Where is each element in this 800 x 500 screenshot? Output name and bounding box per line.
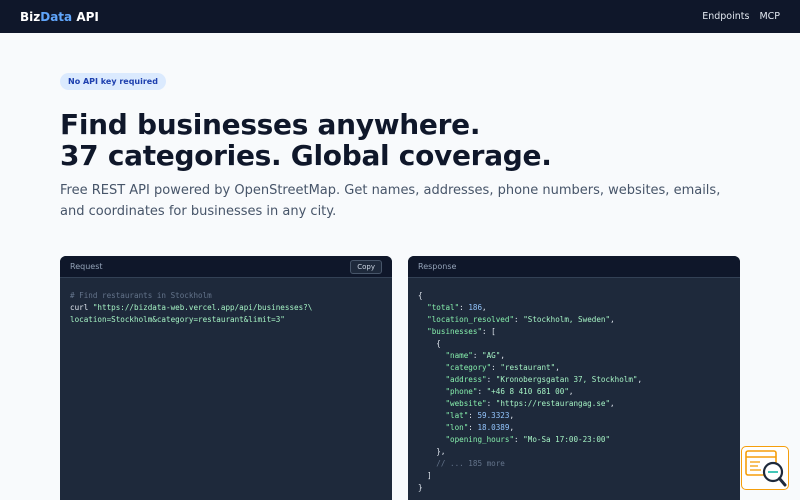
copy-button[interactable]: Copy — [350, 259, 382, 274]
nav-link-mcp[interactable]: MCP — [759, 11, 780, 22]
code-search-widget[interactable] — [741, 446, 789, 490]
json-val-name: "AG" — [482, 351, 501, 360]
json-key-lon: "lon" — [445, 423, 469, 432]
request-comment: # Find restaurants in Stockholm — [70, 291, 212, 300]
headline-line-2: 37 categories. Global coverage. — [60, 139, 552, 172]
request-url-line-1: "https://bizdata-web.vercel.app/api/busi… — [92, 303, 313, 312]
response-panel-title: Response — [418, 262, 457, 271]
brand-accent: Data — [40, 9, 73, 24]
json-key-category: "category" — [445, 363, 492, 372]
headline-line-1: Find businesses anywhere. — [60, 108, 481, 141]
json-more-comment: // ... 185 more — [436, 459, 505, 468]
request-panel-title: Request — [70, 262, 103, 271]
request-panel-header: Request Copy — [60, 256, 392, 278]
response-panel: Response { "total": 186, "location_resol… — [408, 256, 740, 500]
json-val-lat: 59.3323 — [477, 411, 510, 420]
brand-logo[interactable]: BizData API — [20, 10, 99, 24]
request-panel: Request Copy # Find restaurants in Stock… — [60, 256, 392, 500]
json-key-name: "name" — [445, 351, 473, 360]
request-url-line-2: location=Stockholm&category=restaurant&l… — [70, 315, 285, 324]
json-val-address: "Kronobergsgatan 37, Stockholm" — [495, 375, 638, 384]
nav-links: Endpoints MCP — [702, 11, 780, 22]
page-headline: Find businesses anywhere. 37 categories.… — [60, 109, 760, 171]
json-val-total: 186 — [468, 303, 483, 312]
response-panel-header: Response — [408, 256, 740, 278]
json-key-hours: "opening_hours" — [445, 435, 515, 444]
json-key-address: "address" — [445, 375, 487, 384]
json-val-location: "Stockholm, Sweden" — [523, 315, 611, 324]
json-key-total: "total" — [427, 303, 460, 312]
top-nav: BizData API Endpoints MCP — [0, 0, 800, 33]
json-val-website: "https://restaurangag.se" — [495, 399, 611, 408]
response-code-block[interactable]: { "total": 186, "location_resolved": "St… — [408, 278, 740, 500]
nav-link-endpoints[interactable]: Endpoints — [702, 11, 749, 22]
brand-suffix: API — [72, 9, 99, 24]
json-val-lon: 18.0389 — [477, 423, 510, 432]
json-key-location: "location_resolved" — [427, 315, 515, 324]
page-subtitle: Free REST API powered by OpenStreetMap. … — [60, 183, 721, 219]
json-val-phone: "+46 8 410 681 00" — [486, 387, 569, 396]
request-command: curl — [70, 303, 93, 312]
json-val-category: "restaurant" — [500, 363, 556, 372]
json-key-website: "website" — [445, 399, 487, 408]
no-api-key-badge: No API key required — [60, 73, 166, 90]
json-val-hours: "Mo-Sa 17:00-23:00" — [523, 435, 611, 444]
brand-prefix: Biz — [20, 9, 41, 24]
json-key-phone: "phone" — [445, 387, 478, 396]
json-key-lat: "lat" — [445, 411, 469, 420]
request-code-block[interactable]: # Find restaurants in Stockholm curl "ht… — [60, 278, 392, 338]
json-key-businesses: "businesses" — [427, 327, 483, 336]
code-search-icon — [745, 450, 787, 487]
